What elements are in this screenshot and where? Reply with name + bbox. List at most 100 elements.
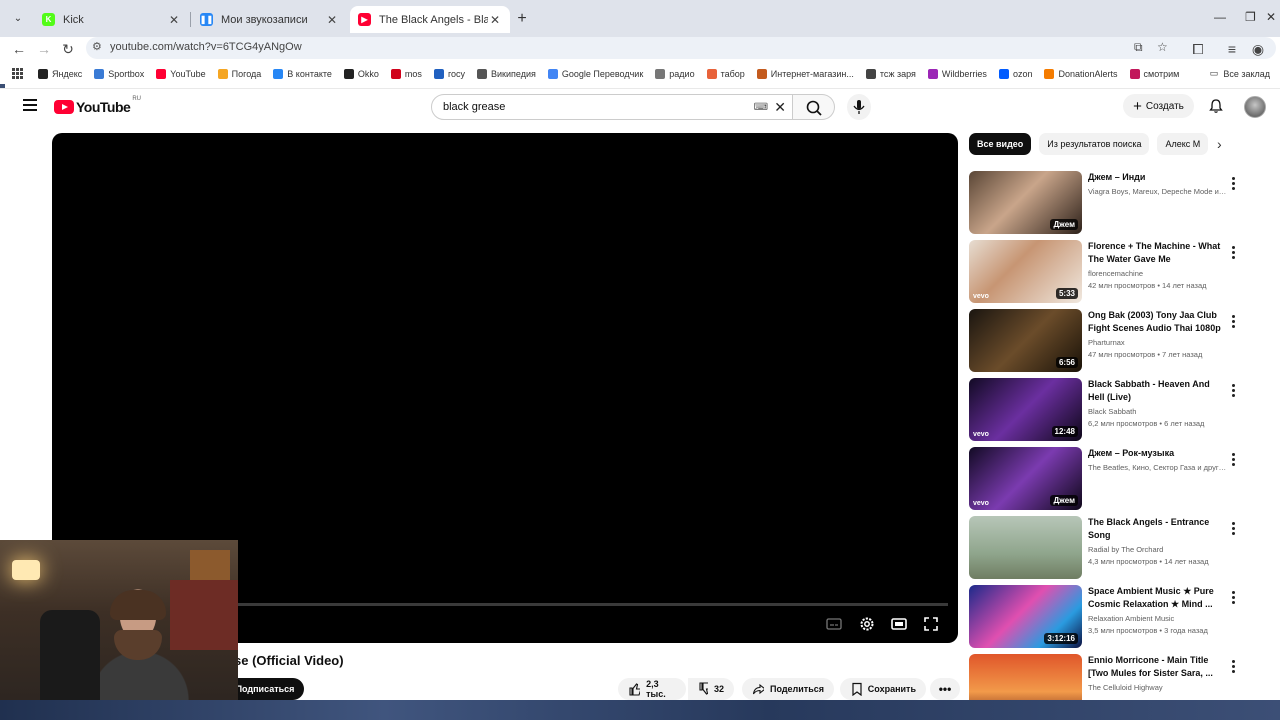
profile-icon[interactable]: ◉ [1248,39,1268,59]
back-button[interactable]: ← [9,39,29,59]
extensions-icon[interactable]: ⧠ [1188,39,1208,59]
voice-search-button[interactable] [847,94,871,120]
tab-close-icon[interactable]: ✕ [325,13,339,27]
bookmark-item[interactable]: В контакте [273,68,332,79]
channel-name[interactable]: Viagra Boys, Mareux, Depeche Mode и д... [1088,187,1228,196]
bookmark-item[interactable]: ozon [998,68,1032,79]
channel-name[interactable]: Pharturnax [1088,338,1228,347]
site-info-icon[interactable]: ⚙ [92,40,102,53]
video-title[interactable]: Florence + The Machine - What The Water … [1088,240,1228,266]
search-button[interactable] [793,94,835,120]
chevron-right-icon[interactable]: › [1217,136,1222,152]
keyboard-icon[interactable]: ⌨ [754,102,768,113]
browser-tab-kick[interactable]: K Kick ✕ [34,6,189,33]
bookmark-item[interactable]: Wildberries [927,68,987,79]
clear-search-icon[interactable]: ✕ [774,99,786,116]
reading-list-icon[interactable]: ≡ [1222,39,1242,59]
more-vertical-icon[interactable] [1232,384,1236,399]
like-button[interactable]: 2,3 тыс. [618,678,686,700]
save-button[interactable]: Сохранить [840,678,926,700]
close-window-button[interactable]: ✕ [1266,10,1276,24]
more-vertical-icon[interactable] [1232,453,1236,468]
video-thumbnail[interactable]: vevo 12:48 [969,378,1082,441]
video-thumbnail[interactable]: vevo Джем [969,447,1082,510]
share-button[interactable]: Поделиться [742,678,834,700]
recommended-video[interactable]: 3:12:16 Space Ambient Music ★ Pure Cosmic… [969,585,1269,648]
video-thumbnail[interactable]: 3:12:16 [969,585,1082,648]
address-bar[interactable]: ⚙ youtube.com/watch?v=6TCG4yANgOw ⧉ ☆ [86,37,1276,59]
recommended-video[interactable]: The Black Angels - Entrance Song Radial b… [969,516,1269,579]
more-vertical-icon[interactable] [1232,591,1236,606]
browser-tab-youtube[interactable]: ▶ The Black Angels - Black Grease ✕ [350,6,510,33]
create-button[interactable]: + Создать [1123,94,1194,118]
bookmark-item[interactable]: Интернет-магазин... [756,68,854,79]
video-title[interactable]: Джем – Инди [1088,171,1228,184]
more-vertical-icon[interactable] [1232,522,1236,537]
chip-from-search[interactable]: Из результатов поиска [1039,133,1150,155]
bookmark-item[interactable]: госу [433,68,465,79]
channel-name[interactable]: The Celluloid Highway [1088,683,1228,692]
apps-grid-icon[interactable] [12,67,24,80]
recommended-video[interactable]: vevo 5:33 Florence + The Machine - What Th… [969,240,1269,303]
fullscreen-icon[interactable] [922,615,940,633]
more-vertical-icon[interactable] [1232,660,1236,675]
recommended-video[interactable]: 6:56 Ong Bak (2003) Tony Jaa Club Fight S… [969,309,1269,372]
youtube-logo[interactable]: YouTube RU [54,96,141,115]
browser-tab-audio[interactable]: ❚❚ Мои звукозаписи ✕ [192,6,347,33]
more-actions-button[interactable]: ••• [930,678,960,700]
channel-name[interactable]: The Beatles, Кино, Сектор Газа и други..… [1088,463,1228,472]
reload-button[interactable]: ↻ [58,39,78,59]
bookmark-item[interactable]: Яндекс [38,68,82,79]
tab-close-icon[interactable]: ✕ [488,13,502,27]
video-title[interactable]: The Black Angels - Entrance Song [1088,516,1228,542]
dislike-button[interactable]: 32 [688,678,734,700]
bookmark-star-icon[interactable]: ☆ [1157,40,1168,54]
guide-menu-icon[interactable] [23,99,37,111]
video-thumbnail[interactable]: 6:56 [969,309,1082,372]
video-title[interactable]: Джем – Рок-музыка [1088,447,1228,460]
install-app-icon[interactable]: ⧉ [1134,40,1143,55]
channel-name[interactable]: Black Sabbath [1088,407,1228,416]
video-thumbnail[interactable]: Джем [969,171,1082,234]
more-vertical-icon[interactable] [1232,177,1236,192]
restore-button[interactable]: ❐ [1245,10,1256,24]
chip-all-videos[interactable]: Все видео [969,133,1032,155]
bookmark-item[interactable]: тсж заря [865,68,916,79]
tab-close-icon[interactable]: ✕ [167,13,181,27]
subtitles-icon[interactable] [825,615,843,633]
new-tab-button[interactable]: + [514,9,530,29]
minimize-button[interactable]: — [1214,10,1226,24]
account-avatar[interactable] [1244,96,1266,118]
recommended-video[interactable]: vevo Джем Джем – Рок-музыка The Beatles, Ки… [969,447,1269,510]
channel-name[interactable]: Radial by The Orchard [1088,545,1228,554]
all-bookmarks-folder[interactable]: ▭ Все заклад [1210,68,1270,79]
chip-channel[interactable]: Алекс М [1157,133,1209,155]
bookmark-item[interactable]: Google Переводчик [547,68,643,79]
settings-gear-icon[interactable] [858,615,876,633]
video-title[interactable]: Space Ambient Music ★ Pure Cosmic Relaxa… [1088,585,1228,611]
recommended-video[interactable]: vevo 12:48 Black Sabbath - Heaven And Hell… [969,378,1269,441]
video-title[interactable]: Ong Bak (2003) Tony Jaa Club Fight Scene… [1088,309,1228,335]
channel-name[interactable]: florencemachine [1088,269,1228,278]
video-title[interactable]: Black Sabbath - Heaven And Hell (Live) [1088,378,1228,404]
bookmark-item[interactable]: YouTube [156,68,206,79]
bookmark-item[interactable]: смотрим [1129,68,1179,79]
bookmark-item[interactable]: Okko [343,68,379,79]
bookmark-item[interactable]: DonationAlerts [1044,68,1118,79]
notifications-bell-icon[interactable] [1208,98,1224,119]
recommended-video[interactable]: Джем Джем – Инди Viagra Boys, Mareux, Depe… [969,171,1269,234]
video-thumbnail[interactable] [969,516,1082,579]
bookmark-item[interactable]: Погода [217,68,261,79]
bookmark-item[interactable]: радио [655,68,695,79]
more-vertical-icon[interactable] [1232,315,1236,330]
bookmark-item[interactable]: Википедия [477,68,536,79]
tab-search-dropdown[interactable]: ⌄ [8,9,28,29]
forward-button[interactable]: → [34,39,54,59]
theater-mode-icon[interactable] [890,615,908,633]
bookmark-item[interactable]: mos [390,68,422,79]
video-title[interactable]: Ennio Morricone - Main Title [Two Mules … [1088,654,1228,680]
bookmark-item[interactable]: табор [706,68,745,79]
more-vertical-icon[interactable] [1232,246,1236,261]
channel-name[interactable]: Relaxation Ambient Music [1088,614,1228,623]
video-thumbnail[interactable]: vevo 5:33 [969,240,1082,303]
